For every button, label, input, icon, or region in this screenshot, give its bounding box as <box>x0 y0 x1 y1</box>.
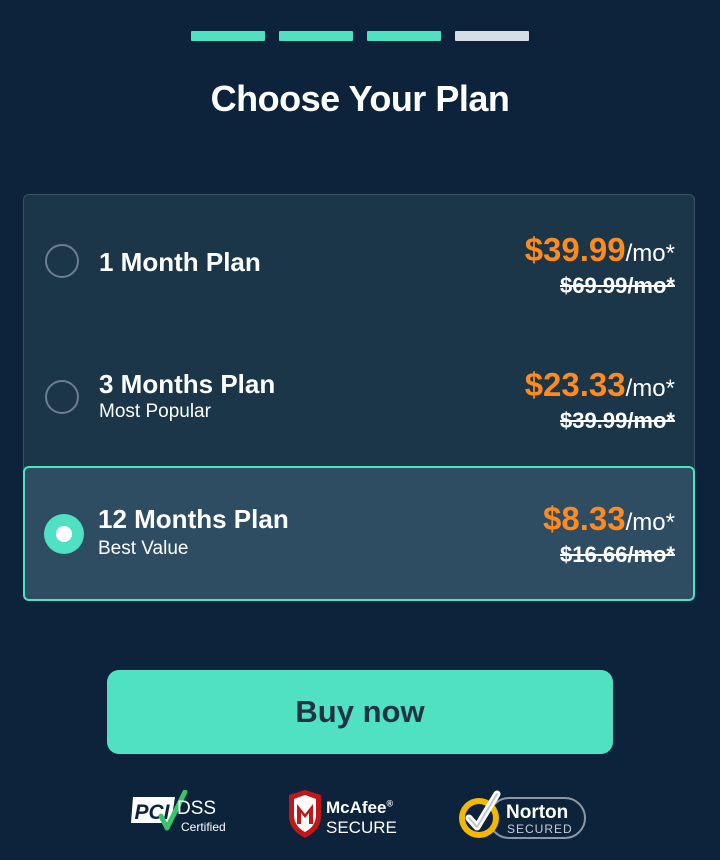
plan-subtitle: Most Popular <box>99 401 211 422</box>
plan-radio-unselected[interactable] <box>45 380 79 414</box>
plan-option-3-months[interactable]: 3 Months Plan Most Popular $23.33/mo* $3… <box>24 331 694 467</box>
mcafee-name-text: McAfee <box>326 798 387 817</box>
progress-step-1 <box>191 31 265 41</box>
norton-secured-badge: Norton SECURED <box>455 790 589 842</box>
plan-radio-selected[interactable] <box>44 513 84 554</box>
page-title: Choose Your Plan <box>210 78 510 119</box>
current-price: $8.33 <box>543 500 626 537</box>
progress-step-2 <box>279 31 353 41</box>
current-price: $23.33 <box>524 366 626 403</box>
plan-price: $23.33/mo* $39.99/mo* <box>525 366 675 434</box>
mcafee-shield-icon <box>289 790 321 838</box>
pci-dss-badge: PCI DSS Certified <box>131 790 231 842</box>
progress-step-3 <box>367 31 441 41</box>
pci-dss-text: DSS <box>177 798 217 819</box>
norton-secured-text: SECURED <box>507 822 573 836</box>
buy-now-button[interactable]: Buy now <box>107 670 613 754</box>
price-unit: /mo* <box>625 240 675 267</box>
plan-name: 12 Months Plan <box>98 504 289 534</box>
plan-list: 1 Month Plan $39.99/mo* $69.99/mo* 3 Mon… <box>23 194 695 601</box>
plan-radio-unselected[interactable] <box>45 244 79 278</box>
step-progress <box>191 31 529 41</box>
mcafee-secure-badge: McAfee® SECURE <box>286 790 402 842</box>
mcafee-secure-text: SECURE <box>326 818 397 837</box>
trust-badges: PCI DSS Certified McAfee® SECURE Norton … <box>0 790 720 842</box>
plan-name: 1 Month Plan <box>99 247 261 277</box>
plan-name: 3 Months Plan <box>99 369 276 399</box>
current-price-line: $8.33/mo* <box>543 500 675 538</box>
progress-step-4 <box>455 31 529 41</box>
plan-subtitle: Best Value <box>98 538 189 559</box>
radio-dot <box>56 525 72 542</box>
pci-certified-text: Certified <box>181 820 226 834</box>
original-price: $69.99/mo* <box>560 273 675 298</box>
plan-price: $8.33/mo* $16.66/mo* <box>543 500 675 568</box>
mcafee-registered-mark: ® <box>386 798 394 809</box>
price-unit: /mo* <box>625 509 675 536</box>
original-price: $39.99/mo* <box>560 408 675 433</box>
plan-price: $39.99/mo* $69.99/mo* <box>525 231 675 299</box>
plan-option-12-months[interactable]: 12 Months Plan Best Value $8.33/mo* $16.… <box>23 466 695 601</box>
plan-option-1-month[interactable]: 1 Month Plan $39.99/mo* $69.99/mo* <box>24 195 694 331</box>
current-price-line: $23.33/mo* <box>525 366 675 404</box>
mcafee-name: McAfee® <box>326 799 393 816</box>
current-price-line: $39.99/mo* <box>525 231 675 269</box>
norton-name: Norton <box>506 802 569 823</box>
price-unit: /mo* <box>625 375 675 402</box>
original-price: $16.66/mo* <box>560 542 675 567</box>
current-price: $39.99 <box>524 231 626 268</box>
